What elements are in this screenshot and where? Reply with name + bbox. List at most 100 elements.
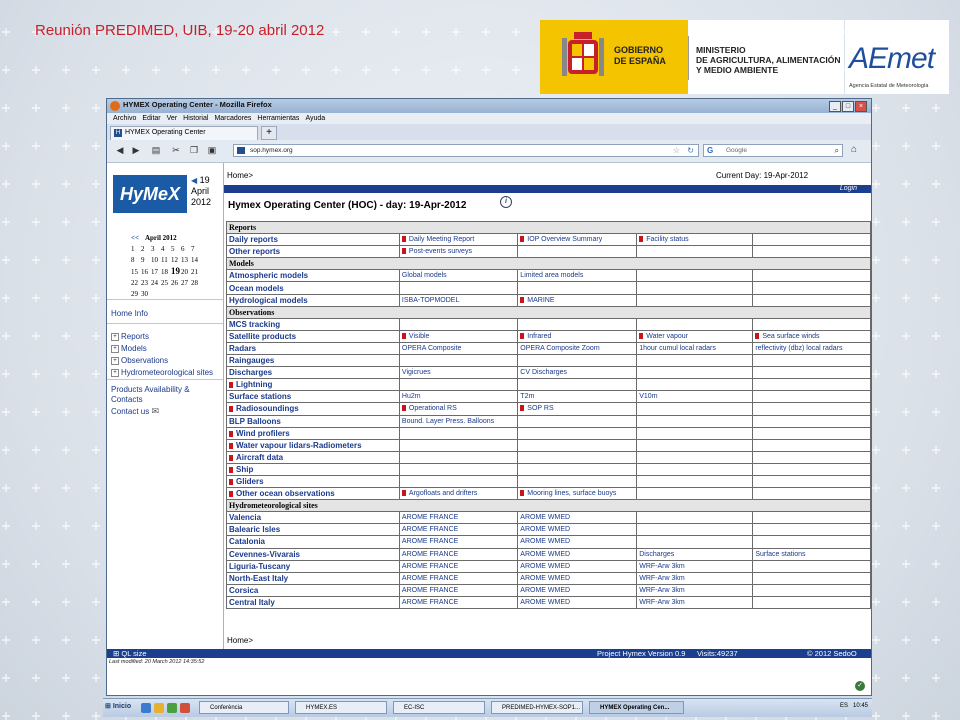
menu-item-marcadores[interactable]: Marcadores	[214, 113, 251, 124]
media-icon[interactable]	[167, 703, 177, 713]
calendar-day[interactable]: 20	[181, 267, 191, 278]
calendar-day[interactable]: 7	[191, 244, 201, 255]
row-label-ocean-models[interactable]: Ocean models	[226, 281, 400, 295]
calendar-day[interactable]: 14	[191, 255, 201, 266]
taskbar-item-hymex-es[interactable]: HYMEX.ES	[295, 701, 387, 714]
pdf-icon[interactable]	[639, 332, 644, 339]
product-link-mooring-lines-surface-buoys[interactable]: Mooring lines, surface buoys	[517, 487, 638, 501]
product-link-iop-overview-summary[interactable]: IOP Overview Summary	[517, 233, 638, 247]
start-button[interactable]: ⊞ Inicio	[105, 702, 131, 710]
calendar-day[interactable]: 24	[151, 278, 161, 289]
print-icon[interactable]: ▤	[149, 144, 163, 157]
row-label-other-ocean-observations[interactable]: Other ocean observations	[226, 487, 400, 501]
menu-item-archivo[interactable]: Archivo	[113, 113, 136, 124]
pdf-icon[interactable]	[520, 405, 525, 412]
expand-plus-icon[interactable]: +	[111, 332, 119, 341]
prev-day-arrow-icon[interactable]: ◀	[191, 176, 197, 185]
pdf-icon[interactable]	[755, 332, 760, 339]
product-link-arome-france[interactable]: AROME FRANCE	[398, 523, 519, 537]
product-link-argofloats-and-drifters[interactable]: Argofloats and drifters	[398, 487, 519, 501]
reload-icon[interactable]: ↻	[687, 146, 694, 155]
pdf-icon[interactable]	[520, 296, 525, 303]
product-link-arome-wmed[interactable]: AROME WMED	[517, 523, 638, 537]
outlook-icon[interactable]	[180, 703, 190, 713]
row-label-radiosoundings[interactable]: Radiosoundings	[226, 402, 400, 416]
product-link-sop-rs[interactable]: SOP RS	[517, 402, 638, 416]
pdf-icon[interactable]	[520, 332, 525, 339]
copy-icon[interactable]: ❐	[187, 144, 201, 157]
calendar-day[interactable]: 3	[151, 244, 161, 255]
pdf-icon[interactable]	[401, 332, 406, 339]
product-link-arome-france[interactable]: AROME FRANCE	[398, 595, 519, 610]
language-indicator[interactable]: ES	[840, 703, 848, 709]
product-link-arome-wmed[interactable]: AROME WMED	[517, 571, 638, 585]
product-link-arome-france[interactable]: AROME FRANCE	[398, 583, 519, 597]
product-link-arome-france[interactable]: AROME FRANCE	[398, 547, 519, 561]
bookmark-star-icon[interactable]: ☆	[673, 146, 680, 155]
product-link-post-events-surveys[interactable]: Post-events surveys	[398, 245, 519, 259]
calendar-day[interactable]: 16	[141, 267, 151, 278]
calendar-prev-month[interactable]: <<	[131, 234, 139, 242]
calendar-day[interactable]: 13	[181, 255, 191, 266]
calendar-day[interactable]: 17	[151, 267, 161, 278]
product-link-vigicrues[interactable]: Vigicrues	[398, 366, 519, 380]
product-link-v10m[interactable]: V10m	[636, 390, 754, 404]
product-link-wrf-arw-3km[interactable]: WRF-Arw 3km	[636, 559, 754, 573]
calendar-day[interactable]: 23	[141, 278, 151, 289]
product-link-arome-wmed[interactable]: AROME WMED	[517, 559, 638, 573]
product-link-arome-france[interactable]: AROME FRANCE	[398, 559, 519, 573]
row-label-satellite-products[interactable]: Satellite products	[226, 329, 400, 343]
product-link-wrf-arw-3km[interactable]: WRF-Arw 3km	[636, 571, 754, 585]
row-label-atmospheric-models[interactable]: Atmospheric models	[226, 269, 400, 283]
menu-item-ver[interactable]: Ver	[167, 113, 178, 124]
new-tab-button[interactable]: +	[261, 126, 277, 140]
calendar-day[interactable]: 27	[181, 278, 191, 289]
pdf-icon[interactable]	[401, 236, 406, 243]
product-link-cv-discharges[interactable]: CV Discharges	[517, 366, 638, 380]
product-link-wrf-arw-3km[interactable]: WRF-Arw 3km	[636, 595, 754, 610]
calendar-day[interactable]: 2	[141, 244, 151, 255]
product-link-marine[interactable]: MARINE	[517, 293, 638, 307]
expand-plus-icon[interactable]: +	[111, 344, 119, 353]
row-label-cevennes-vivarais[interactable]: Cevennes-Vivarais	[226, 547, 400, 561]
addon-status-icon[interactable]: ✓	[855, 681, 865, 691]
calendar-day[interactable]: 25	[161, 278, 171, 289]
pdf-icon[interactable]	[229, 466, 233, 473]
product-link-arome-wmed[interactable]: AROME WMED	[517, 583, 638, 597]
pdf-icon[interactable]	[401, 248, 406, 255]
row-label-aircraft-data[interactable]: Aircraft data	[226, 450, 400, 464]
row-label-central-italy[interactable]: Central Italy	[226, 595, 400, 610]
row-label-daily-reports[interactable]: Daily reports	[226, 233, 400, 247]
product-link-hu2m[interactable]: Hu2m	[398, 390, 519, 404]
url-bar[interactable]: sop.hymex.org ☆ ↻	[233, 144, 699, 157]
paste-icon[interactable]: ▣	[205, 144, 219, 157]
breadcrumb[interactable]: Home>	[227, 171, 253, 180]
calendar-day[interactable]: 6	[181, 244, 191, 255]
row-label-gliders[interactable]: Gliders	[226, 474, 400, 489]
row-label-lightning[interactable]: Lightning	[226, 378, 400, 392]
taskbar-item-ec-isc[interactable]: EC-ISC	[393, 701, 485, 714]
product-link-t2m[interactable]: T2m	[517, 390, 638, 404]
row-label-surface-stations[interactable]: Surface stations	[226, 390, 400, 404]
taskbar-item-predimed-hymex-sop1[interactable]: PREDIMED-HYMEX-SOP1...	[491, 701, 583, 714]
tab-hymex[interactable]: H HYMEX Operating Center	[110, 126, 258, 140]
minimize-icon[interactable]: _	[829, 101, 841, 112]
expand-plus-icon[interactable]: +	[111, 356, 119, 365]
product-link-facility-status[interactable]: Facility status	[636, 233, 754, 247]
ie-icon[interactable]	[141, 703, 151, 713]
row-label-wind-profilers[interactable]: Wind profilers	[226, 426, 400, 440]
row-label-north-east-italy[interactable]: North-East Italy	[226, 571, 400, 585]
calendar-day[interactable]: 8	[131, 255, 141, 266]
sidebar-tree-item-reports[interactable]: + Reports	[111, 332, 149, 341]
ql-size-label[interactable]: QL size	[121, 649, 146, 658]
product-link-arome-france[interactable]: AROME FRANCE	[398, 571, 519, 585]
contact-us-link[interactable]: Contact us	[111, 407, 149, 416]
row-label-hydrological-models[interactable]: Hydrological models	[226, 293, 400, 307]
pdf-icon[interactable]	[520, 490, 525, 497]
window-titlebar[interactable]: HYMEX Operating Center - Mozilla Firefox…	[107, 99, 871, 113]
cut-icon[interactable]: ✂	[169, 144, 183, 157]
pdf-icon[interactable]	[229, 430, 233, 437]
product-link-limited-area-models[interactable]: Limited area models	[517, 269, 638, 283]
pdf-icon[interactable]	[229, 479, 233, 486]
product-link-visible[interactable]: Visible	[398, 329, 519, 343]
